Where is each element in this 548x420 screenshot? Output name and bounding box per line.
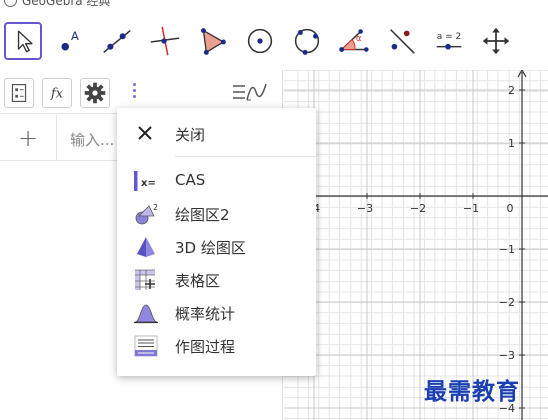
slider-icon[interactable]: a = 2 [430,22,468,60]
main-toolbar: A α a = 2 [0,16,548,68]
polygon-icon[interactable] [193,22,231,60]
origin-label: 0 [507,202,514,215]
probability-icon [133,301,159,325]
y-tick-label: −2 [499,296,515,309]
y-tick-label: −3 [499,349,515,362]
menu-item-label: CAS [175,171,206,189]
menu-item-label: 关闭 [175,126,206,144]
svg-text:2: 2 [153,203,158,212]
spreadsheet-icon [133,268,159,292]
y-tick-label: 2 [508,84,515,97]
watermark-text: 最需教育 [424,378,520,405]
circle-center-point-icon[interactable] [241,22,279,60]
close-icon [133,122,159,146]
more-options-icon[interactable] [129,81,139,105]
move-graphics-view-icon[interactable] [477,22,515,60]
algebra-description-button[interactable] [4,78,34,108]
menu-item-graphics-2[interactable]: 2 绘图区2 [117,198,316,230]
fx-button[interactable]: fx [42,78,72,108]
x-tick-label: −1 [463,202,479,215]
window-title: GeoGebra 经典 [22,0,111,8]
x-tick-label: −3 [357,202,373,215]
point-tool-label: A [71,29,79,43]
menu-item-spreadsheet[interactable]: 表格区 [117,264,316,296]
menu-item-close[interactable]: 关闭 [117,118,316,150]
graphics-view[interactable]: −4 −3 −2 −1 0 2 1 −1 −2 −3 −4 [284,70,548,420]
reflect-about-line-icon[interactable] [383,22,421,60]
construction-protocol-icon [133,334,159,358]
menu-item-probability[interactable]: 概率统计 [117,297,316,329]
settings-gear-icon[interactable] [80,78,110,108]
fx-label: fx [50,87,64,102]
add-plus-icon[interactable]: + [12,120,44,156]
menu-divider [175,156,316,157]
menu-item-label: 作图过程 [175,338,236,356]
cas-icon: x= [133,169,159,193]
perpendicular-line-icon[interactable] [146,22,184,60]
algebra-input-field[interactable]: 输入... [70,129,114,150]
move-arrow-icon[interactable] [4,22,42,60]
line-through-two-points-icon[interactable] [98,22,136,60]
svg-text:x=: x= [141,178,156,189]
graphics-3d-icon [133,235,159,259]
y-tick-label: 1 [508,137,515,150]
input-separator [56,115,57,161]
menu-item-label: 3D 绘图区 [175,239,246,257]
menu-item-construction-protocol[interactable]: 作图过程 [117,330,316,362]
menu-item-label: 绘图区2 [175,206,230,224]
x-tick-label: −2 [410,202,426,215]
menu-item-label: 概率统计 [175,305,236,323]
graphics-2-icon: 2 [133,202,159,226]
angle-tool-label: α [356,34,362,44]
circle-three-points-icon[interactable] [288,22,326,60]
angle-icon[interactable]: α [335,22,373,60]
menu-item-label: 表格区 [175,272,221,290]
slider-tool-label: a = 2 [437,32,462,42]
menu-item-cas[interactable]: x= CAS [117,165,316,197]
title-bar: GeoGebra 经典 [0,0,548,16]
geogebra-logo-icon [4,0,17,7]
menu-item-graphics-3d[interactable]: 3D 绘图区 [117,231,316,263]
algebra-view-style-icon[interactable] [230,78,270,106]
more-options-menu: 关闭 x= CAS 2 绘图区2 3D 绘图区 表格区 概率统计 作图过程 [117,108,316,376]
point-icon[interactable]: A [51,22,89,60]
y-tick-label: −1 [499,243,515,256]
